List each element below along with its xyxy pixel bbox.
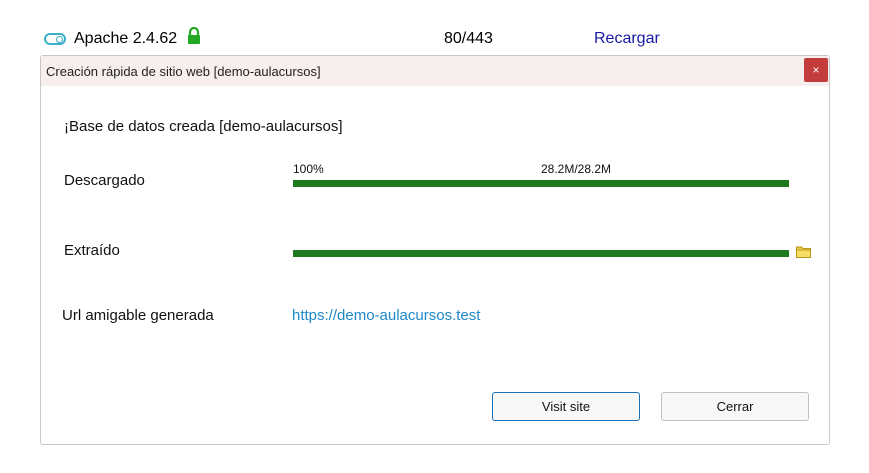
page: Apache 2.4.62 80/443 Recargar Creación r… <box>0 0 869 473</box>
extract-progress-fill <box>293 250 789 257</box>
toggle-on-icon[interactable] <box>44 33 66 45</box>
lock-icon <box>188 27 200 44</box>
dialog-title: Creación rápida de sitio web [demo-aulac… <box>46 64 321 79</box>
status-message: ¡Base de datos creada [demo-aulacursos] <box>64 118 343 135</box>
download-progress-fill <box>293 180 789 187</box>
visit-site-button[interactable]: Visit site <box>492 392 640 421</box>
download-label: Descargado <box>64 172 145 189</box>
site-url-link[interactable]: https://demo-aulacursos.test <box>292 307 480 324</box>
reload-link[interactable]: Recargar <box>594 30 660 48</box>
dialog-header: Creación rápida de sitio web [demo-aulac… <box>41 56 829 86</box>
url-label: Url amigable generada <box>62 307 214 324</box>
download-progress-bar <box>293 180 789 187</box>
server-name: Apache 2.4.62 <box>74 30 178 47</box>
close-button[interactable]: Cerrar <box>661 392 809 421</box>
folder-icon[interactable] <box>796 245 811 258</box>
ports-counter: 80/443 <box>444 30 493 47</box>
download-percent: 100% <box>293 162 324 176</box>
close-icon[interactable]: × <box>804 58 828 82</box>
extract-label: Extraído <box>64 242 120 259</box>
extract-progress-bar <box>293 250 789 257</box>
toggle-knob <box>56 36 63 43</box>
server-status-bar: Apache 2.4.62 80/443 Recargar <box>44 27 824 52</box>
download-size: 28.2M/28.2M <box>541 162 612 176</box>
quick-site-dialog: Creación rápida de sitio web [demo-aulac… <box>40 55 830 445</box>
